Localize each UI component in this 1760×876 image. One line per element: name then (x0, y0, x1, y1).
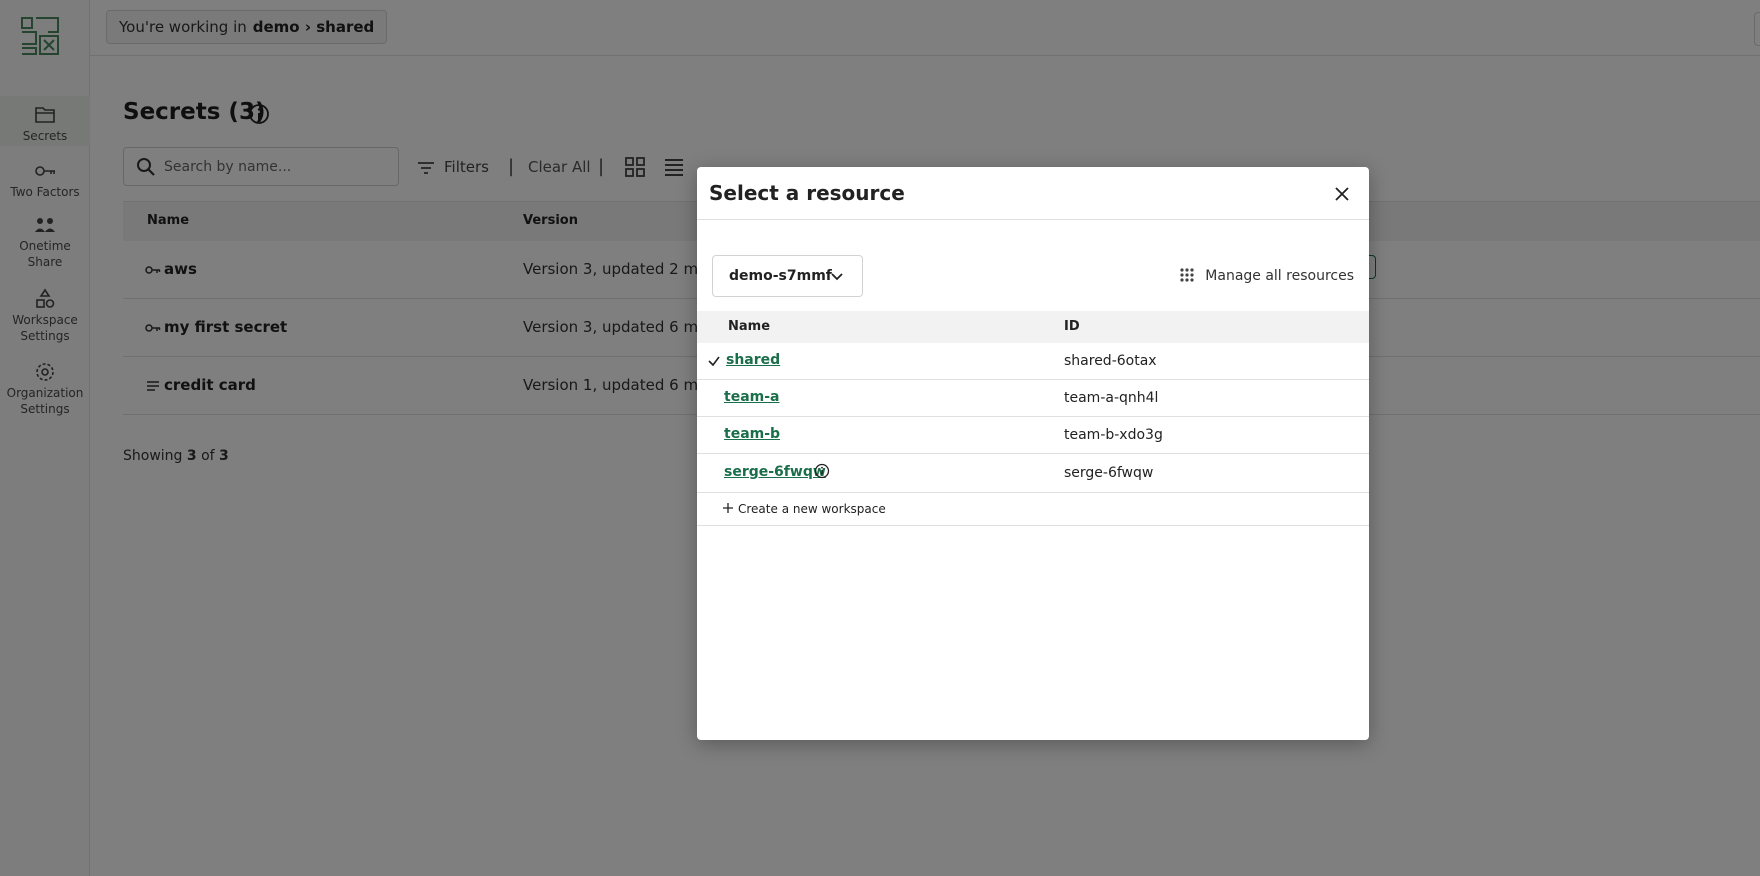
resource-link[interactable]: team-b (724, 426, 780, 442)
column-header-id: ID (1064, 319, 1080, 334)
resource-link[interactable]: shared (726, 352, 780, 368)
dialog-divider (697, 219, 1369, 220)
info-icon[interactable] (814, 463, 830, 479)
check-icon (708, 356, 720, 367)
resource-id: shared-6otax (1064, 353, 1157, 369)
dialog-title: Select a resource (709, 181, 905, 205)
resource-id: team-b-xdo3g (1064, 427, 1163, 443)
manage-all-resources-label: Manage all resources (1205, 268, 1354, 284)
resource-row[interactable]: team-a team-a-qnh4l (697, 380, 1369, 417)
create-workspace-label: Create a new workspace (738, 502, 886, 516)
resource-row[interactable]: team-b team-b-xdo3g (697, 417, 1369, 454)
resource-link[interactable]: team-a (724, 389, 779, 405)
column-header-name: Name (728, 319, 771, 334)
select-resource-dialog: Select a resource demo-s7mmf Manage all … (697, 167, 1369, 740)
resource-link[interactable]: serge-6fwqw (724, 464, 826, 480)
apps-grid-icon (1180, 267, 1194, 282)
organization-select[interactable]: demo-s7mmf (712, 255, 863, 297)
close-icon[interactable] (1331, 183, 1353, 205)
resource-row[interactable]: shared shared-6otax (697, 343, 1369, 380)
organization-select-value: demo-s7mmf (729, 268, 832, 284)
create-workspace-button[interactable]: Create a new workspace (697, 493, 1369, 526)
chevron-down-icon (831, 273, 843, 281)
resource-row[interactable]: serge-6fwqw serge-6fwqw (697, 454, 1369, 493)
plus-icon (723, 503, 733, 513)
resource-id: serge-6fwqw (1064, 465, 1154, 481)
manage-all-resources-link[interactable]: Manage all resources (1179, 266, 1354, 286)
resource-id: team-a-qnh4l (1064, 390, 1159, 406)
resource-table-header: Name ID (697, 311, 1369, 343)
